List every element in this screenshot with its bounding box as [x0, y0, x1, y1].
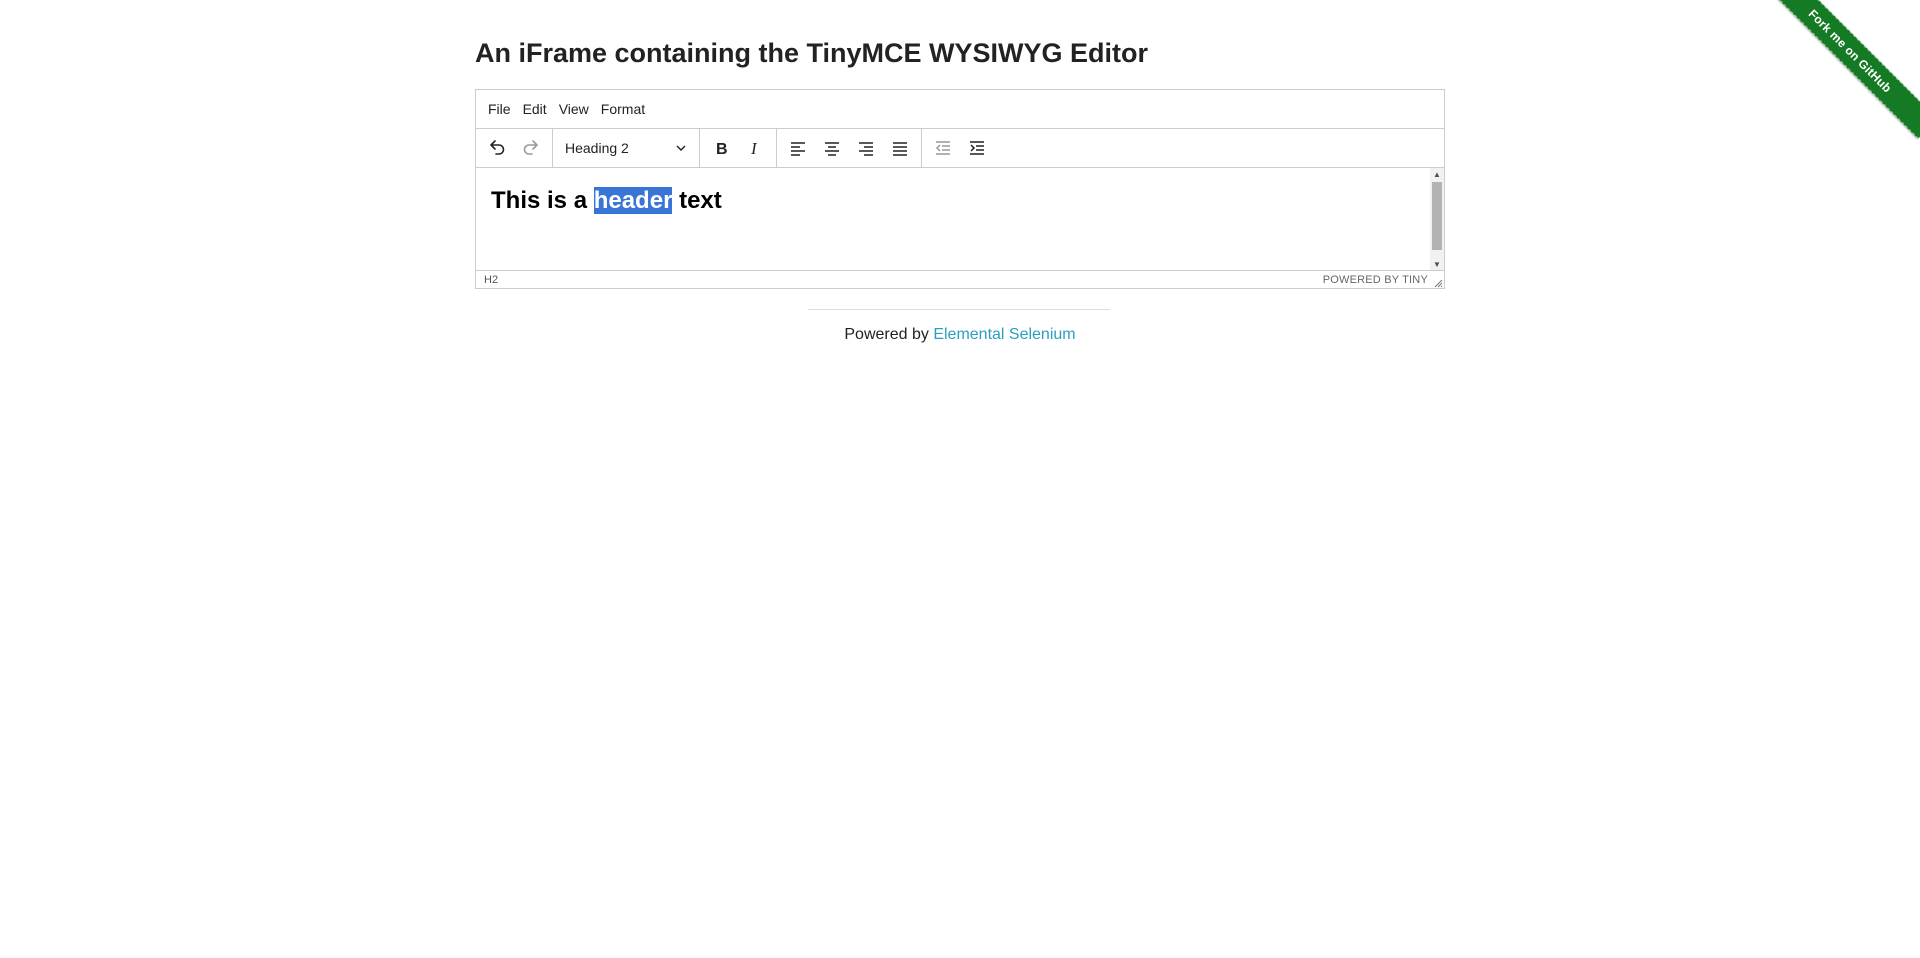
- page-footer: Powered by Elemental Selenium: [475, 326, 1445, 344]
- indent-button[interactable]: [960, 133, 994, 163]
- indent-group: [922, 129, 998, 167]
- editor-menubar: File Edit View Format: [476, 90, 1444, 129]
- history-group: [476, 129, 553, 167]
- page-title: An iFrame containing the TinyMCE WYSIWYG…: [475, 38, 1149, 68]
- github-ribbon[interactable]: Fork me on GitHub: [1771, 0, 1920, 149]
- editor-heading[interactable]: This is a header text: [491, 187, 722, 215]
- element-path[interactable]: H2: [484, 274, 498, 286]
- resize-handle-icon[interactable]: [1434, 279, 1443, 288]
- align-justify-icon: [893, 142, 907, 156]
- bold-icon: B: [716, 141, 728, 158]
- align-group: [777, 129, 922, 167]
- menu-edit[interactable]: Edit: [517, 97, 553, 121]
- format-group: B I: [700, 129, 777, 167]
- bold-button[interactable]: B: [704, 133, 738, 163]
- redo-button[interactable]: [514, 133, 548, 163]
- outdent-icon: [935, 141, 950, 155]
- svg-text:B: B: [716, 141, 728, 158]
- undo-button[interactable]: [480, 133, 514, 163]
- italic-icon: I: [750, 139, 758, 158]
- align-left-button[interactable]: [781, 133, 815, 163]
- heading-text-before: This is a: [491, 187, 594, 214]
- indent-icon: [970, 141, 984, 155]
- tinymce-editor: File Edit View Format Heading 2 B I This…: [475, 89, 1445, 289]
- editor-scrollbar[interactable]: ▲ ▼: [1430, 168, 1444, 270]
- editor-statusbar: H2 POWERED BY TINY: [476, 271, 1444, 289]
- editor-toolbar: Heading 2 B I: [476, 129, 1444, 168]
- align-justify-button[interactable]: [883, 133, 917, 163]
- chevron-down-icon: [676, 145, 686, 151]
- menu-view[interactable]: View: [553, 97, 595, 121]
- scroll-up-arrow-icon[interactable]: ▲: [1430, 168, 1444, 180]
- heading-text-after: text: [672, 187, 722, 214]
- redo-icon: [523, 140, 538, 155]
- align-center-icon: [825, 142, 839, 156]
- italic-button[interactable]: I: [738, 133, 772, 163]
- block-format-value: Heading 2: [565, 140, 629, 156]
- align-center-button[interactable]: [815, 133, 849, 163]
- scroll-thumb[interactable]: [1432, 182, 1442, 250]
- svg-text:I: I: [750, 139, 758, 158]
- heading-text-selected: header: [593, 187, 673, 214]
- scroll-down-arrow-icon[interactable]: ▼: [1430, 258, 1444, 270]
- github-ribbon-band[interactable]: Fork me on GitHub: [1771, 0, 1920, 139]
- footer-prefix: Powered by: [844, 326, 934, 343]
- align-right-button[interactable]: [849, 133, 883, 163]
- branding-link[interactable]: POWERED BY TINY: [1323, 274, 1428, 286]
- align-left-icon: [791, 142, 805, 156]
- footer-divider: [808, 309, 1110, 310]
- menu-format[interactable]: Format: [595, 97, 651, 121]
- outdent-button[interactable]: [926, 133, 960, 163]
- editor-content-iframe[interactable]: This is a header text ▲ ▼: [476, 168, 1444, 271]
- menu-file[interactable]: File: [482, 97, 517, 121]
- block-format-select[interactable]: Heading 2: [557, 133, 695, 163]
- elemental-selenium-link[interactable]: Elemental Selenium: [933, 326, 1075, 343]
- undo-icon: [490, 140, 505, 155]
- align-right-icon: [859, 142, 873, 156]
- block-format-group: Heading 2: [553, 129, 700, 167]
- github-ribbon-label[interactable]: Fork me on GitHub: [1806, 7, 1895, 96]
